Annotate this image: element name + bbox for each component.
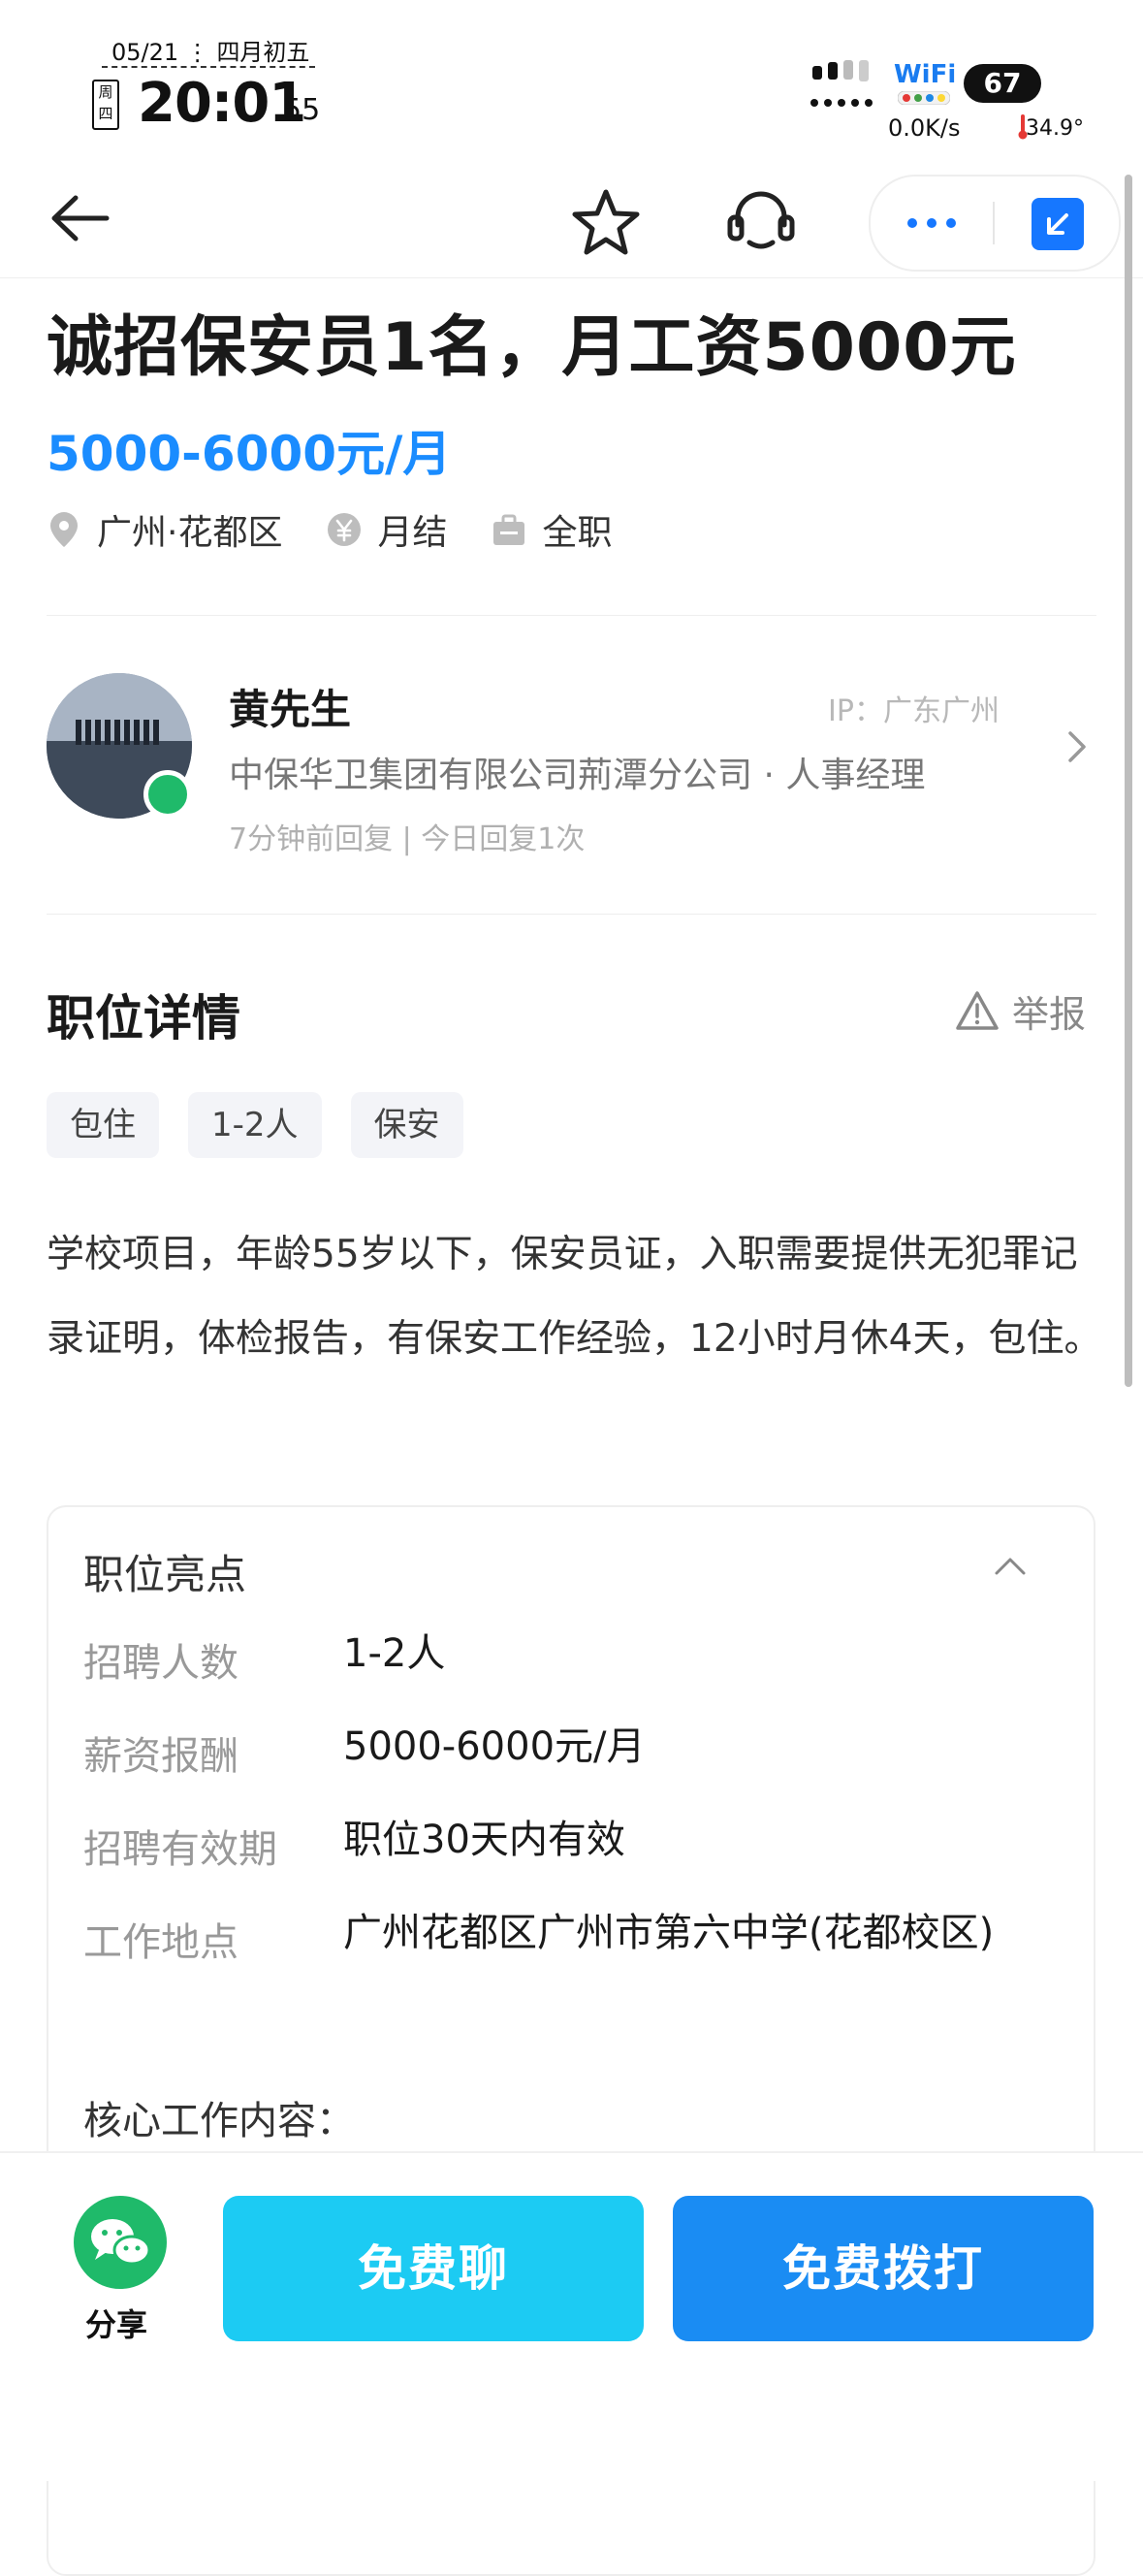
location-tag: 广州·花都区 xyxy=(47,504,282,555)
status-date: 05/21 ⋮ 四月初五 xyxy=(111,39,310,66)
job-salary: 5000-6000元/月 xyxy=(47,426,452,482)
yuan-coin-icon xyxy=(328,513,362,546)
back-arrow-icon[interactable] xyxy=(47,184,114,252)
section-divider xyxy=(47,615,1096,616)
wechat-icon xyxy=(91,2219,151,2266)
location-pin-icon xyxy=(50,512,78,547)
details-section-title: 职位详情 xyxy=(47,990,240,1046)
page-scrollbar[interactable] xyxy=(1125,175,1132,1387)
recruiter-ip: IP：广东广州 xyxy=(828,694,1000,728)
wifi-label: WiFi xyxy=(894,60,957,89)
chip-headcount: 1-2人 xyxy=(188,1092,322,1158)
highlights-title: 职位亮点 xyxy=(83,1551,247,1598)
minimize-button[interactable] xyxy=(1032,198,1084,250)
cell-signal-icon xyxy=(810,60,873,107)
highlight-value: 1-2人 xyxy=(343,1631,446,1676)
chip-category: 保安 xyxy=(350,1092,463,1158)
share-button[interactable] xyxy=(74,2196,167,2289)
network-speed: 0.0K/s xyxy=(888,114,961,142)
recruiter-company: 中保华卫集团有限公司荊潭分公司 · 人事经理 xyxy=(229,756,926,795)
wifi-signal-icon xyxy=(898,91,950,105)
online-status-dot xyxy=(143,770,192,819)
chevron-up-icon[interactable] xyxy=(991,1548,1030,1583)
highlight-value: 5000-6000元/月 xyxy=(343,1724,646,1769)
status-seconds: 55 xyxy=(283,93,321,127)
battery-indicator: 67 xyxy=(964,64,1041,103)
briefcase-icon xyxy=(493,514,525,545)
recruiter-reply-info: 7分钟前回复 | 今日回复1次 xyxy=(229,822,586,856)
pay-cycle-tag: 月结 xyxy=(327,504,447,555)
highlight-label: 招聘人数 xyxy=(83,1641,238,1686)
recruiter-name: 黄先生 xyxy=(229,686,352,733)
report-label: 举报 xyxy=(1012,992,1087,1036)
chip-accommodation: 包住 xyxy=(47,1092,159,1158)
free-chat-button[interactable]: 免费聊 xyxy=(223,2196,644,2341)
minimize-icon xyxy=(1047,213,1068,235)
mini-program-capsule xyxy=(869,175,1121,272)
section-divider xyxy=(47,914,1096,915)
pay-cycle-text: 月结 xyxy=(377,513,448,553)
chevron-right-icon[interactable] xyxy=(1066,727,1090,766)
warning-icon xyxy=(956,991,999,1030)
favorite-star-icon[interactable] xyxy=(567,184,645,262)
job-title: 诚招保安员1名，月工资5000元 xyxy=(47,309,1017,386)
share-label: 分享 xyxy=(85,2306,148,2343)
capsule-divider xyxy=(993,202,995,244)
core-work-title: 核心工作内容： xyxy=(83,2099,355,2143)
customer-service-icon[interactable] xyxy=(722,182,800,260)
job-description: 学校项目，年龄55岁以下，保安员证，入职需要提供无犯罪记录证明，体检报告，有保安… xyxy=(47,1233,1102,1361)
highlight-label: 工作地点 xyxy=(83,1920,238,1965)
status-time: 20:01 xyxy=(138,72,306,135)
job-chips: 包住 1-2人 保安 xyxy=(47,1092,492,1158)
free-call-button[interactable]: 免费拨打 xyxy=(673,2196,1094,2341)
status-dashed-divider xyxy=(102,66,315,68)
highlight-label: 招聘有效期 xyxy=(83,1827,277,1872)
more-dots-icon[interactable] xyxy=(898,202,966,244)
job-meta-row: 广州·花都区 月结 全职 xyxy=(47,504,656,555)
highlight-label: 薪资报酬 xyxy=(83,1734,238,1779)
highlight-value: 职位30天内有效 xyxy=(343,1818,625,1862)
bottom-action-bar: 分享 免费聊 免费拨打 xyxy=(0,2151,1143,2481)
status-weekday: 周四 xyxy=(92,80,119,130)
report-button[interactable]: 举报 xyxy=(954,985,1086,1036)
nav-bottom-line xyxy=(0,277,1143,278)
device-temperature: 34.9° xyxy=(1026,116,1084,141)
job-type-tag: 全职 xyxy=(492,504,612,555)
highlight-value: 广州花都区广州市第六中学(花都校区) xyxy=(343,1911,995,1955)
job-type-text: 全职 xyxy=(542,513,613,553)
location-text: 广州·花都区 xyxy=(97,513,283,553)
